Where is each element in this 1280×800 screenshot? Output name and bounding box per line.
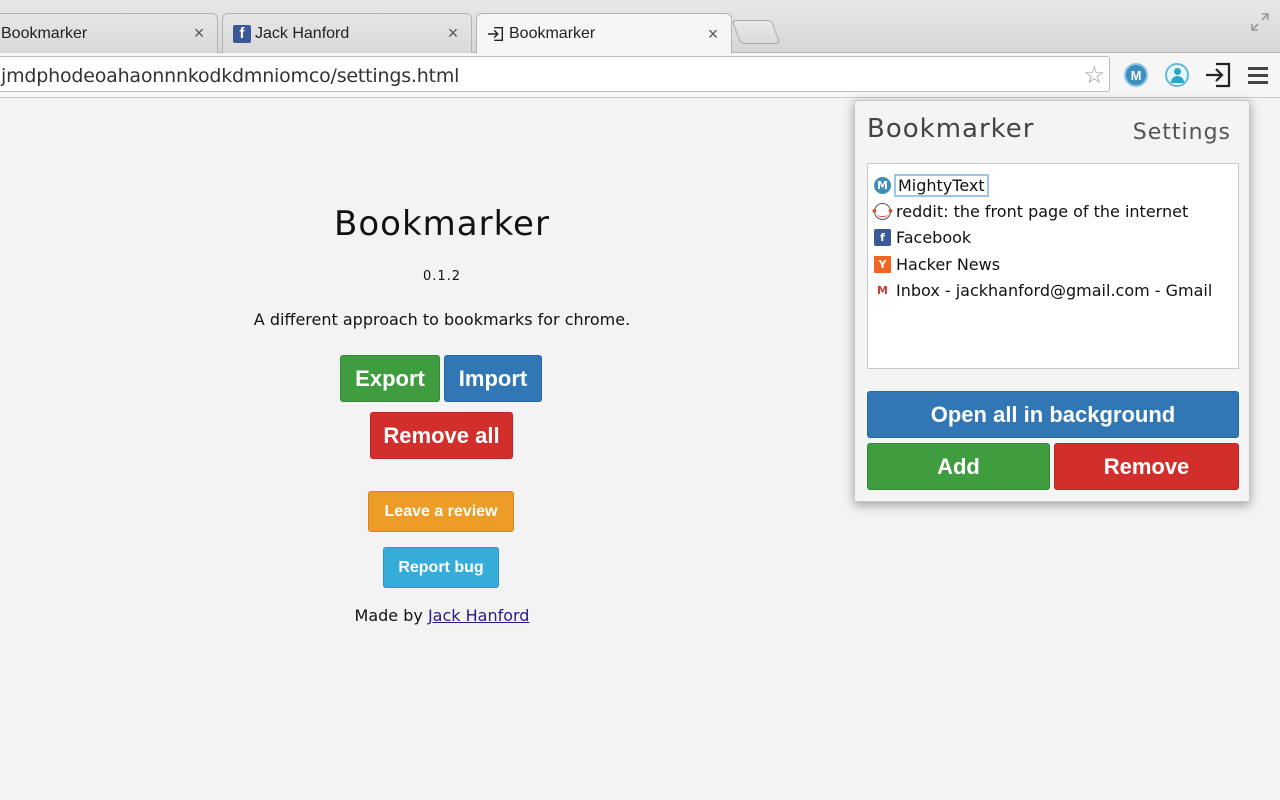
hamburger-icon: [1248, 66, 1268, 84]
fullscreen-icon[interactable]: [1250, 12, 1270, 32]
report-bug-button[interactable]: Report bug: [383, 547, 499, 588]
mightytext-icon: M: [1124, 63, 1148, 87]
popup-title: Bookmarker: [867, 114, 1035, 144]
mightytext-icon: M: [874, 176, 891, 194]
tab-bookmarker-active[interactable]: Bookmarker ×: [476, 13, 732, 54]
facebook-icon: f: [233, 24, 251, 43]
facebook-icon: f: [874, 229, 891, 247]
list-item-label: Hacker News: [896, 254, 1001, 274]
list-item[interactable]: Y Hacker News: [874, 251, 1232, 277]
tab-bookmarker-1[interactable]: Bookmarker ×: [0, 13, 218, 53]
version-label: 0.1.2: [422, 269, 462, 284]
list-item-label: MightyText: [894, 173, 989, 197]
user-extension-button[interactable]: [1163, 61, 1191, 89]
list-item-label: Inbox - jackhanford@gmail.com - Gmail: [896, 281, 1213, 301]
list-item[interactable]: M Inbox - jackhanford@gmail.com - Gmail: [874, 278, 1232, 304]
tab-strip: Bookmarker × f Jack Hanford × Bookmarker…: [0, 0, 1280, 54]
remove-button[interactable]: Remove: [1054, 443, 1239, 490]
tab-label: Jack Hanford: [255, 24, 350, 42]
bookmarker-icon: [487, 25, 505, 43]
author-link[interactable]: Jack Hanford: [428, 606, 530, 625]
close-icon[interactable]: ×: [445, 23, 461, 44]
bookmarker-icon: [1206, 62, 1231, 88]
made-by-line: Made by Jack Hanford: [222, 606, 662, 625]
tab-label: Bookmarker: [1, 24, 88, 42]
url-text: jmdphodeoahaonnnkodkdmniomco/settings.ht…: [1, 65, 460, 87]
tab-label: Bookmarker: [509, 25, 596, 42]
bookmarker-popup: Bookmarker Settings M MightyText •‿• red…: [854, 100, 1250, 502]
remove-all-button[interactable]: Remove all: [370, 412, 513, 459]
leave-review-button[interactable]: Leave a review: [368, 491, 514, 532]
tab-jack-hanford[interactable]: f Jack Hanford ×: [222, 13, 472, 53]
gmail-icon: M: [877, 284, 888, 298]
open-all-button[interactable]: Open all in background: [867, 391, 1239, 438]
export-button[interactable]: Export: [340, 355, 440, 402]
list-item[interactable]: •‿• reddit: the front page of the intern…: [870, 198, 1232, 224]
star-icon[interactable]: ☆: [1083, 61, 1105, 90]
list-item-label: reddit: the front page of the internet: [896, 202, 1189, 222]
close-icon[interactable]: ×: [191, 23, 207, 44]
page-title: Bookmarker: [334, 204, 550, 244]
description: A different approach to bookmarks for ch…: [253, 310, 631, 329]
mightytext-extension-button[interactable]: M: [1122, 61, 1150, 89]
reddit-icon: •‿•: [870, 203, 895, 221]
list-item-label: Facebook: [896, 228, 972, 248]
bookmarker-extension-button[interactable]: [1204, 61, 1232, 89]
bookmark-list[interactable]: M MightyText •‿• reddit: the front page …: [867, 163, 1239, 369]
import-button[interactable]: Import: [444, 355, 542, 402]
hackernews-icon: Y: [874, 255, 891, 273]
user-icon: [1165, 63, 1189, 87]
made-by-prefix: Made by: [354, 606, 423, 625]
chrome-menu-button[interactable]: [1244, 61, 1272, 89]
toolbar: jmdphodeoahaonnnkodkdmniomco/settings.ht…: [0, 53, 1280, 98]
add-button[interactable]: Add: [867, 443, 1050, 490]
list-item[interactable]: M MightyText: [874, 172, 1232, 198]
list-item[interactable]: f Facebook: [874, 225, 1232, 251]
close-icon[interactable]: ×: [705, 24, 721, 45]
new-tab-button[interactable]: [731, 20, 781, 44]
address-bar[interactable]: jmdphodeoahaonnnkodkdmniomco/settings.ht…: [0, 56, 1110, 92]
settings-link[interactable]: Settings: [1133, 120, 1231, 145]
